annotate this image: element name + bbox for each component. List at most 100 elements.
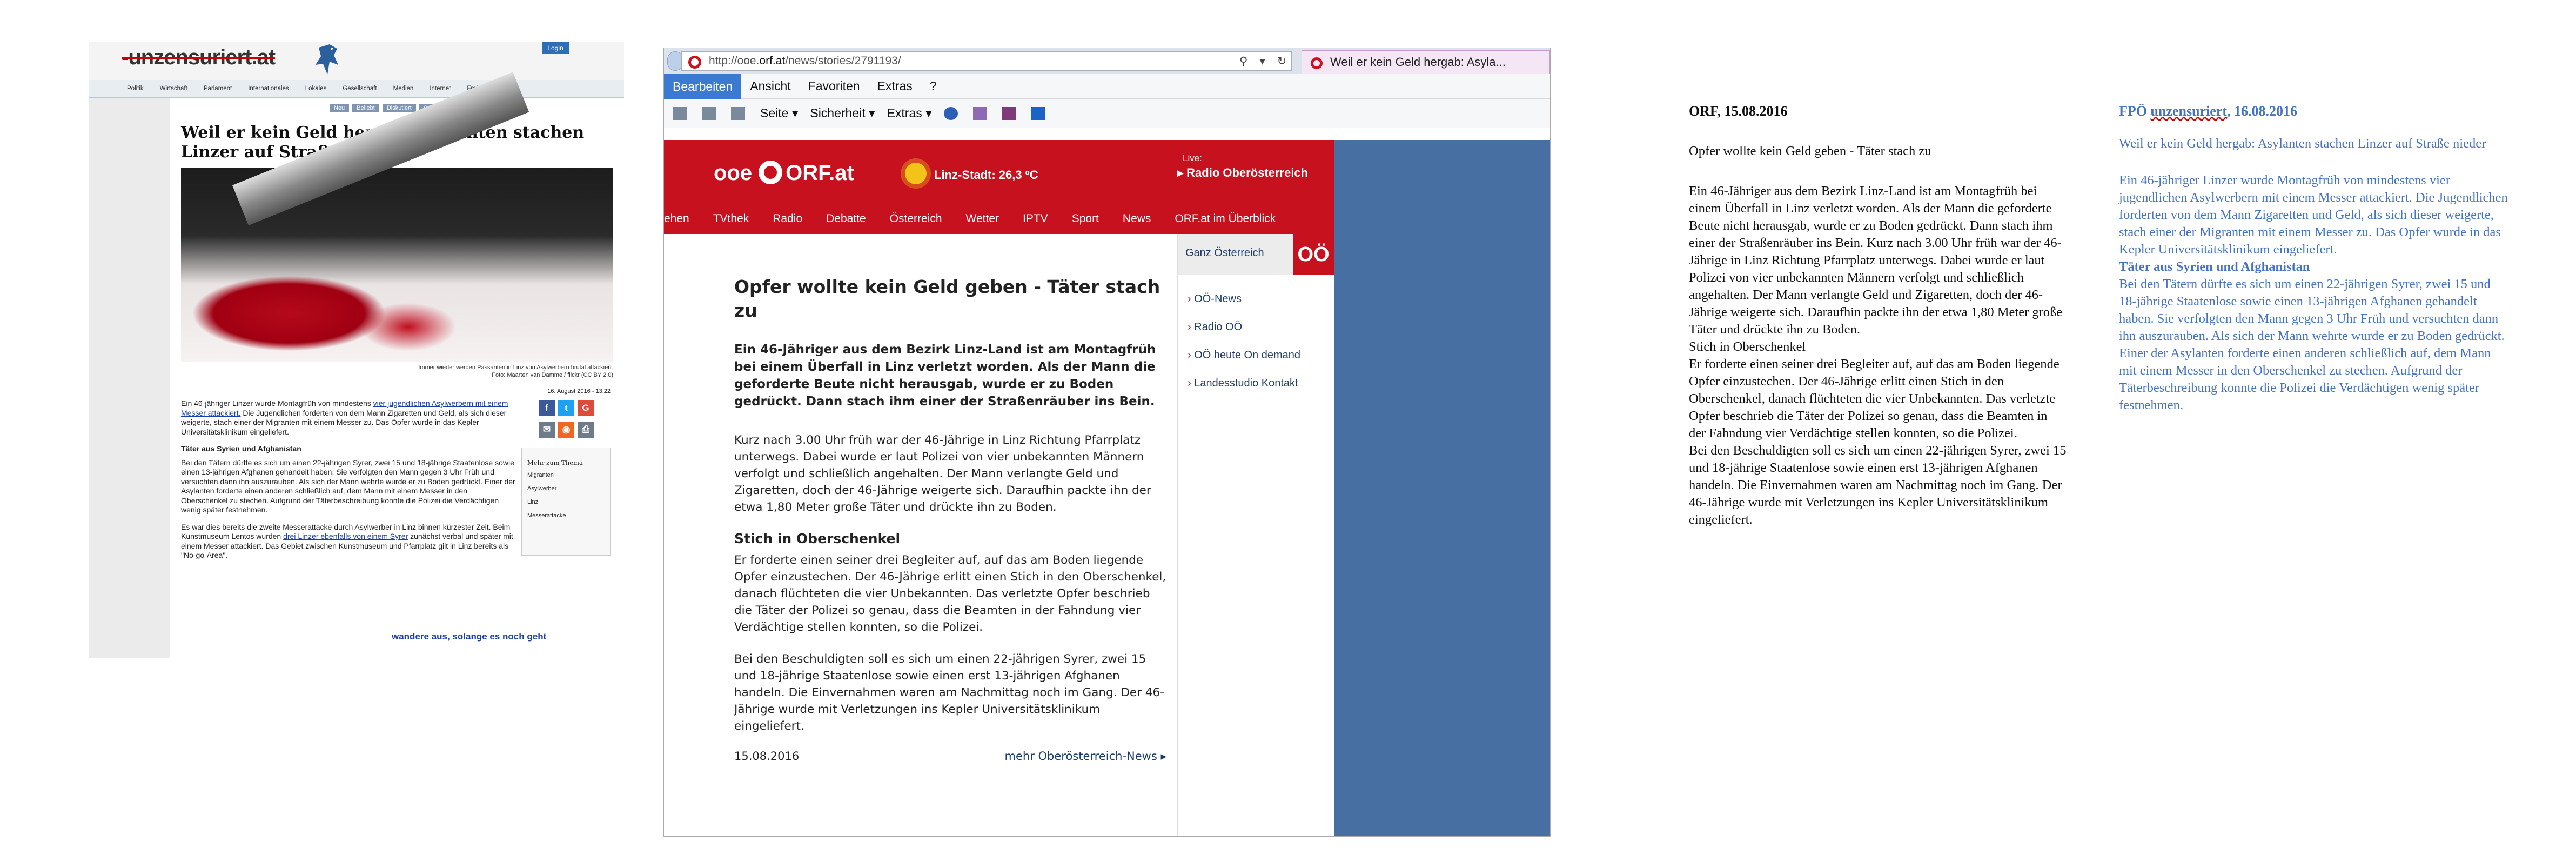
inline-link[interactable]: drei Linzer ebenfalls von einem Syrer — [283, 532, 408, 540]
related-topic[interactable]: Migranten — [527, 472, 605, 478]
text-body: Er forderte einen seiner drei Begleiter … — [1689, 357, 2060, 440]
source-date: FPÖ unzensuriert, 16.08.2016 — [2119, 103, 2298, 119]
google-plus-icon[interactable]: G — [578, 400, 594, 416]
browser-tab[interactable]: Weil er kein Geld hergab: Asyla... — [1302, 50, 1550, 74]
nav-item[interactable]: Wirtschaft — [152, 85, 196, 92]
text-body: Ein 46-Jähriger aus dem Bezirk Linz-Land… — [1689, 184, 2063, 337]
main-nav: Politik Wirtschaft Parlament Internation… — [89, 80, 624, 98]
nav-item[interactable]: Lokales — [297, 85, 335, 92]
text-subheading: Stich in Oberschenkel — [1689, 339, 1806, 354]
rail-link[interactable]: OÖ-News — [1188, 291, 1300, 306]
subheading: Stich in Oberschenkel — [734, 531, 901, 546]
related-topic[interactable]: Linz — [527, 499, 605, 505]
share-buttons: f t G — [539, 400, 611, 416]
text-body: Ein 46-jähriger Linzer wurde Montagfrüh … — [2119, 173, 2508, 257]
rail-link[interactable]: Landesstudio Kontakt — [1188, 376, 1300, 391]
chip-diskutiert[interactable]: Diskutiert — [382, 104, 416, 112]
menu-ansicht[interactable]: Ansicht — [741, 79, 799, 94]
fpoe-text-column: FPÖ unzensuriert, 16.08.2016 Weil er kei… — [2119, 103, 2508, 414]
nav-item[interactable]: Internet — [421, 85, 459, 92]
orf-text-column: ORF, 15.08.2016 Opfer wollte kein Geld g… — [1689, 103, 2067, 529]
nav-item[interactable]: Gesellschaft — [334, 85, 385, 92]
related-topic[interactable]: Messerattacke — [527, 512, 605, 519]
nav-item[interactable]: ehen — [664, 212, 701, 225]
text-title: Weil er kein Geld hergab: Asylanten stac… — [2119, 136, 2486, 151]
nav-item[interactable]: Debatte — [814, 212, 878, 225]
related-topic[interactable]: Asylwerber — [527, 485, 605, 492]
ooe-badge[interactable]: OÖ — [1293, 234, 1334, 275]
orf-article: Opfer wollte kein Geld geben - Täter sta… — [734, 275, 1166, 763]
nav-item[interactable]: Medien — [385, 85, 422, 92]
orf-favicon-icon — [688, 56, 701, 69]
address-bar[interactable]: http://ooe.orf.at/news/stories/2791193/ — [681, 51, 1292, 71]
orf-logo[interactable]: ooe ORF.at — [714, 161, 854, 185]
print-icon[interactable] — [731, 106, 745, 120]
more-news-link[interactable]: mehr Oberösterreich-News ▸ — [1005, 750, 1166, 763]
nav-item[interactable]: TVthek — [701, 212, 761, 225]
login-button[interactable]: Login — [542, 42, 569, 54]
bluetooth-icon[interactable] — [1031, 106, 1045, 120]
sidebar: 16. August 2016 - 13:22 f t G ✉ ◉ ⎙ Mehr… — [521, 388, 611, 556]
paragraph: Bei den Beschuldigten soll es sich um ei… — [734, 652, 1164, 733]
page-menu[interactable]: Seite ▾ — [760, 106, 798, 121]
site-logo[interactable]: -unzensuriert.at — [122, 45, 276, 70]
menu-help[interactable]: ? — [921, 79, 945, 94]
related-topics-box: Mehr zum Thema Migranten Asylwerber Linz… — [521, 448, 611, 556]
rss-icon[interactable]: ◉ — [558, 422, 574, 438]
article-date: 15.08.2016 — [734, 750, 800, 763]
nav-item[interactable]: Internationales — [240, 85, 297, 92]
tools-menu[interactable]: Extras ▾ — [887, 106, 932, 121]
paragraph: Kurz nach 3.00 Uhr früh war der 46-Jähri… — [734, 433, 1151, 514]
weather-text[interactable]: Linz-Stadt: 26,3 ºC — [934, 168, 1038, 182]
mail-icon[interactable] — [702, 106, 716, 120]
tab-favicon-icon — [1311, 57, 1323, 69]
search-refresh-icon[interactable]: ⚲ ▾ ↻ — [1239, 55, 1291, 68]
rail-link[interactable]: OÖ heute On demand — [1188, 348, 1300, 363]
related-topics-title: Mehr zum Thema — [527, 459, 583, 466]
nav-item[interactable]: News — [1111, 212, 1163, 225]
chip-beliebt[interactable]: Beliebt — [352, 104, 379, 112]
nav-item[interactable]: Parlament — [196, 85, 240, 92]
help-icon[interactable] — [943, 106, 958, 120]
sun-icon — [905, 163, 927, 184]
nav-item[interactable]: Österreich — [878, 212, 954, 225]
print-icon[interactable]: ⎙ — [578, 422, 594, 438]
menu-favoriten[interactable]: Favoriten — [800, 79, 869, 94]
nav-item[interactable]: Politik — [119, 85, 152, 92]
mail-icon[interactable]: ✉ — [539, 422, 555, 438]
nav-item[interactable]: Radio — [761, 212, 814, 225]
subheading: Täter aus Syrien und Afghanistan — [181, 444, 301, 453]
facebook-icon[interactable]: f — [539, 400, 555, 416]
onenote-icon[interactable] — [1002, 106, 1016, 120]
article-date: 16. August 2016 - 13:22 — [547, 388, 611, 395]
rail-link[interactable]: Radio OÖ — [1188, 319, 1300, 335]
browser-window: http://ooe.orf.at/news/stories/2791193/ … — [663, 48, 1551, 837]
right-rail: Ganz Österreich OÖ OÖ-News Radio OÖ OÖ h… — [1177, 234, 1334, 836]
menu-extras[interactable]: Extras — [869, 79, 921, 94]
article-lead: Ein 46-Jähriger aus dem Bezirk Linz-Land… — [734, 343, 1156, 409]
site-header: -unzensuriert.at Login — [89, 42, 624, 80]
address-bar-row: http://ooe.orf.at/news/stories/2791193/ … — [664, 48, 1550, 74]
blood-image — [192, 276, 386, 351]
banner-link[interactable]: wandere aus, solange es noch geht — [392, 631, 546, 642]
nav-item[interactable]: Wetter — [954, 212, 1011, 225]
page-background — [1334, 140, 1550, 836]
nav-item[interactable]: ORF.at im Überblick — [1163, 212, 1287, 225]
radio-link[interactable]: ▸ Radio Oberösterreich — [1177, 166, 1308, 180]
nav-item[interactable]: IPTV — [1011, 212, 1060, 225]
chip-neu[interactable]: Neu — [330, 104, 350, 112]
rail-links: OÖ-News Radio OÖ OÖ heute On demand Land… — [1188, 291, 1300, 404]
security-menu[interactable]: Sicherheit ▾ — [810, 106, 875, 121]
eagle-logo-icon — [316, 44, 338, 75]
knife-photo — [181, 72, 613, 362]
command-bar: Seite ▾ Sicherheit ▾ Extras ▾ — [664, 99, 1550, 128]
twitter-icon[interactable]: t — [558, 400, 574, 416]
nav-item[interactable]: Sport — [1060, 212, 1111, 225]
feeds-icon[interactable] — [673, 106, 687, 120]
paragraph: Es war dies bereits die zweite Messeratt… — [181, 522, 513, 560]
article-footer: 15.08.2016 mehr Oberösterreich-News ▸ — [734, 750, 1166, 763]
menu-bearbeiten[interactable]: Bearbeiten — [664, 74, 742, 99]
article-body: Ein 46-jähriger Linzer wurde Montagfrüh … — [181, 399, 516, 568]
addon-icon[interactable] — [972, 106, 987, 120]
text-subheading: Täter aus Syrien und Afghanistan — [2119, 259, 2310, 274]
